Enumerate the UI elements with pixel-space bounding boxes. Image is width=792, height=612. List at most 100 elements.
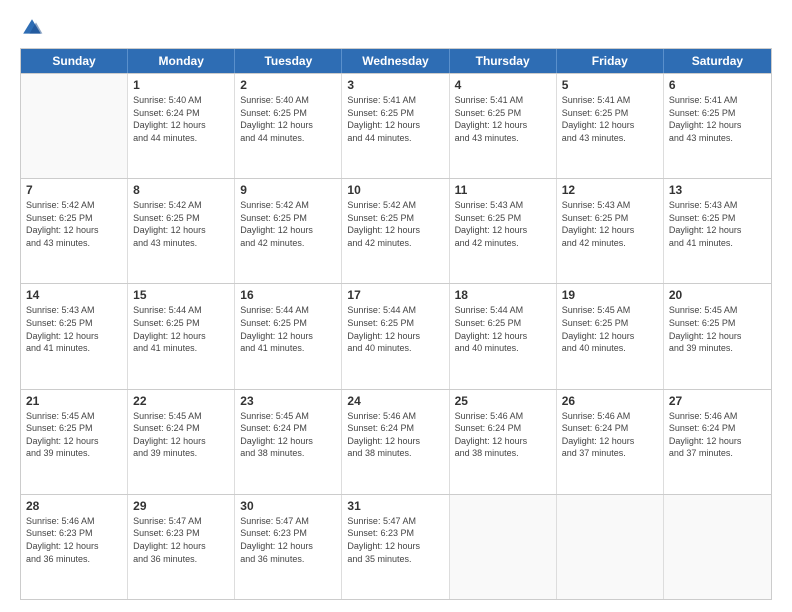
day-number: 4	[455, 78, 551, 92]
day-content: Sunrise: 5:41 AM Sunset: 6:25 PM Dayligh…	[669, 94, 766, 144]
day-number: 14	[26, 288, 122, 302]
calendar-body: 1 Sunrise: 5:40 AM Sunset: 6:24 PM Daylig…	[21, 73, 771, 599]
calendar-cell: 18 Sunrise: 5:44 AM Sunset: 6:25 PM Dayli…	[450, 284, 557, 388]
calendar-header-day: Friday	[557, 49, 664, 73]
day-number: 11	[455, 183, 551, 197]
calendar-cell: 4 Sunrise: 5:41 AM Sunset: 6:25 PM Daylig…	[450, 74, 557, 178]
calendar-cell: 29 Sunrise: 5:47 AM Sunset: 6:23 PM Dayli…	[128, 495, 235, 599]
logo-icon	[20, 16, 44, 40]
calendar-cell: 24 Sunrise: 5:46 AM Sunset: 6:24 PM Dayli…	[342, 390, 449, 494]
calendar-cell: 21 Sunrise: 5:45 AM Sunset: 6:25 PM Dayli…	[21, 390, 128, 494]
calendar-cell: 7Sunrise: 5:42 AM Sunset: 6:25 PM Daylig…	[21, 179, 128, 283]
day-content: Sunrise: 5:41 AM Sunset: 6:25 PM Dayligh…	[455, 94, 551, 144]
calendar-cell: 8 Sunrise: 5:42 AM Sunset: 6:25 PM Daylig…	[128, 179, 235, 283]
day-number: 29	[133, 499, 229, 513]
calendar-cell: 2Sunrise: 5:40 AM Sunset: 6:25 PM Daylig…	[235, 74, 342, 178]
calendar-cell: 27 Sunrise: 5:46 AM Sunset: 6:24 PM Dayli…	[664, 390, 771, 494]
day-content: Sunrise: 5:43 AM Sunset: 6:25 PM Dayligh…	[562, 199, 658, 249]
calendar-cell: 10Sunrise: 5:42 AM Sunset: 6:25 PM Dayli…	[342, 179, 449, 283]
day-number: 19	[562, 288, 658, 302]
day-content: Sunrise: 5:41 AM Sunset: 6:25 PM Dayligh…	[347, 94, 443, 144]
calendar-header-day: Monday	[128, 49, 235, 73]
calendar-header-day: Sunday	[21, 49, 128, 73]
calendar-cell: 9 Sunrise: 5:42 AM Sunset: 6:25 PM Daylig…	[235, 179, 342, 283]
day-content: Sunrise: 5:40 AM Sunset: 6:24 PM Dayligh…	[133, 94, 229, 144]
calendar-cell: 22 Sunrise: 5:45 AM Sunset: 6:24 PM Dayli…	[128, 390, 235, 494]
day-number: 8	[133, 183, 229, 197]
day-content: Sunrise: 5:43 AM Sunset: 6:25 PM Dayligh…	[455, 199, 551, 249]
day-number: 18	[455, 288, 551, 302]
day-number: 20	[669, 288, 766, 302]
day-content: Sunrise: 5:45 AM Sunset: 6:25 PM Dayligh…	[562, 304, 658, 354]
calendar-cell: 20Sunrise: 5:45 AM Sunset: 6:25 PM Dayli…	[664, 284, 771, 388]
calendar-cell	[664, 495, 771, 599]
day-number: 24	[347, 394, 443, 408]
calendar-header-day: Saturday	[664, 49, 771, 73]
day-content: Sunrise: 5:44 AM Sunset: 6:25 PM Dayligh…	[347, 304, 443, 354]
calendar-week: 1 Sunrise: 5:40 AM Sunset: 6:24 PM Daylig…	[21, 73, 771, 178]
calendar-cell: 14Sunrise: 5:43 AM Sunset: 6:25 PM Dayli…	[21, 284, 128, 388]
calendar-week: 28 Sunrise: 5:46 AM Sunset: 6:23 PM Dayli…	[21, 494, 771, 599]
day-content: Sunrise: 5:47 AM Sunset: 6:23 PM Dayligh…	[240, 515, 336, 565]
calendar-cell: 26 Sunrise: 5:46 AM Sunset: 6:24 PM Dayli…	[557, 390, 664, 494]
day-number: 5	[562, 78, 658, 92]
calendar-header-day: Wednesday	[342, 49, 449, 73]
calendar-cell: 11 Sunrise: 5:43 AM Sunset: 6:25 PM Dayli…	[450, 179, 557, 283]
day-content: Sunrise: 5:45 AM Sunset: 6:25 PM Dayligh…	[26, 410, 122, 460]
calendar-week: 7 Sunrise: 5:42 AM Sunset: 6:25 PM Daylig…	[21, 178, 771, 283]
day-content: Sunrise: 5:46 AM Sunset: 6:23 PM Dayligh…	[26, 515, 122, 565]
day-number: 1	[133, 78, 229, 92]
calendar-cell: 19 Sunrise: 5:45 AM Sunset: 6:25 PM Dayli…	[557, 284, 664, 388]
day-content: Sunrise: 5:44 AM Sunset: 6:25 PM Dayligh…	[455, 304, 551, 354]
calendar-cell: 1 Sunrise: 5:40 AM Sunset: 6:24 PM Daylig…	[128, 74, 235, 178]
day-number: 9	[240, 183, 336, 197]
day-content: Sunrise: 5:41 AM Sunset: 6:25 PM Dayligh…	[562, 94, 658, 144]
calendar-cell: 12 Sunrise: 5:43 AM Sunset: 6:25 PM Dayli…	[557, 179, 664, 283]
day-number: 27	[669, 394, 766, 408]
header	[20, 16, 772, 40]
day-number: 21	[26, 394, 122, 408]
calendar-cell: 28 Sunrise: 5:46 AM Sunset: 6:23 PM Dayli…	[21, 495, 128, 599]
day-content: Sunrise: 5:46 AM Sunset: 6:24 PM Dayligh…	[455, 410, 551, 460]
day-content: Sunrise: 5:45 AM Sunset: 6:24 PM Dayligh…	[133, 410, 229, 460]
day-content: Sunrise: 5:46 AM Sunset: 6:24 PM Dayligh…	[562, 410, 658, 460]
day-content: Sunrise: 5:46 AM Sunset: 6:24 PM Dayligh…	[669, 410, 766, 460]
calendar-cell: 16Sunrise: 5:44 AM Sunset: 6:25 PM Dayli…	[235, 284, 342, 388]
day-number: 6	[669, 78, 766, 92]
calendar: SundayMondayTuesdayWednesdayThursdayFrid…	[20, 48, 772, 600]
day-number: 23	[240, 394, 336, 408]
day-number: 13	[669, 183, 766, 197]
calendar-cell: 30 Sunrise: 5:47 AM Sunset: 6:23 PM Dayli…	[235, 495, 342, 599]
day-content: Sunrise: 5:43 AM Sunset: 6:25 PM Dayligh…	[669, 199, 766, 249]
day-content: Sunrise: 5:47 AM Sunset: 6:23 PM Dayligh…	[347, 515, 443, 565]
day-content: Sunrise: 5:42 AM Sunset: 6:25 PM Dayligh…	[347, 199, 443, 249]
calendar-cell: 23Sunrise: 5:45 AM Sunset: 6:24 PM Dayli…	[235, 390, 342, 494]
day-number: 22	[133, 394, 229, 408]
calendar-cell: 5 Sunrise: 5:41 AM Sunset: 6:25 PM Daylig…	[557, 74, 664, 178]
calendar-cell	[450, 495, 557, 599]
day-number: 12	[562, 183, 658, 197]
day-number: 3	[347, 78, 443, 92]
day-number: 26	[562, 394, 658, 408]
day-content: Sunrise: 5:44 AM Sunset: 6:25 PM Dayligh…	[240, 304, 336, 354]
day-number: 25	[455, 394, 551, 408]
page: SundayMondayTuesdayWednesdayThursdayFrid…	[0, 0, 792, 612]
calendar-week: 21 Sunrise: 5:45 AM Sunset: 6:25 PM Dayli…	[21, 389, 771, 494]
logo	[20, 16, 48, 40]
day-content: Sunrise: 5:42 AM Sunset: 6:25 PM Dayligh…	[133, 199, 229, 249]
calendar-cell: 15Sunrise: 5:44 AM Sunset: 6:25 PM Dayli…	[128, 284, 235, 388]
day-number: 28	[26, 499, 122, 513]
calendar-cell	[557, 495, 664, 599]
calendar-cell	[21, 74, 128, 178]
calendar-header-day: Thursday	[450, 49, 557, 73]
day-number: 31	[347, 499, 443, 513]
day-number: 30	[240, 499, 336, 513]
calendar-cell: 3 Sunrise: 5:41 AM Sunset: 6:25 PM Daylig…	[342, 74, 449, 178]
day-number: 2	[240, 78, 336, 92]
day-number: 7	[26, 183, 122, 197]
day-content: Sunrise: 5:42 AM Sunset: 6:25 PM Dayligh…	[240, 199, 336, 249]
day-number: 17	[347, 288, 443, 302]
calendar-cell: 17 Sunrise: 5:44 AM Sunset: 6:25 PM Dayli…	[342, 284, 449, 388]
day-content: Sunrise: 5:47 AM Sunset: 6:23 PM Dayligh…	[133, 515, 229, 565]
day-content: Sunrise: 5:46 AM Sunset: 6:24 PM Dayligh…	[347, 410, 443, 460]
